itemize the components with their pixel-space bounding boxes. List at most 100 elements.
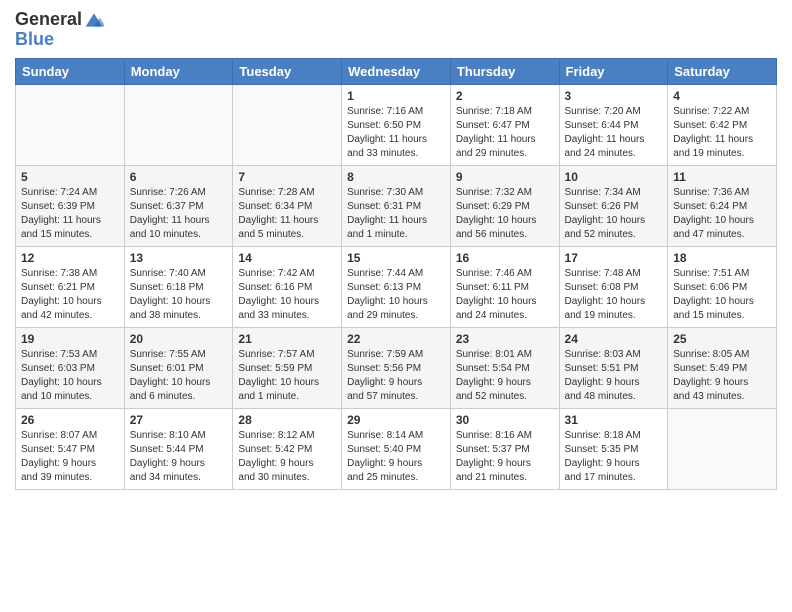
- day-number: 23: [456, 332, 554, 346]
- weekday-header-thursday: Thursday: [450, 59, 559, 85]
- calendar-cell: 8 Sunrise: 7:30 AM Sunset: 6:31 PM Daylig…: [342, 166, 451, 247]
- day-info: Sunrise: 7:36 AM Sunset: 6:24 PM Dayligh…: [673, 186, 771, 242]
- calendar-cell: 9 Sunrise: 7:32 AM Sunset: 6:29 PM Daylig…: [450, 166, 559, 247]
- day-number: 17: [565, 251, 663, 265]
- calendar-cell: [233, 85, 342, 166]
- calendar-cell: 28 Sunrise: 8:12 AM Sunset: 5:42 PM Dayli…: [233, 409, 342, 490]
- day-info: Sunrise: 7:18 AM Sunset: 6:47 PM Dayligh…: [456, 105, 554, 161]
- day-number: 20: [130, 332, 228, 346]
- weekday-header-monday: Monday: [124, 59, 233, 85]
- calendar-cell: 5 Sunrise: 7:24 AM Sunset: 6:39 PM Daylig…: [16, 166, 125, 247]
- day-info: Sunrise: 7:51 AM Sunset: 6:06 PM Dayligh…: [673, 267, 771, 323]
- calendar-cell: 20 Sunrise: 7:55 AM Sunset: 6:01 PM Dayli…: [124, 328, 233, 409]
- calendar-cell: 22 Sunrise: 7:59 AM Sunset: 5:56 PM Dayli…: [342, 328, 451, 409]
- calendar-cell: [124, 85, 233, 166]
- day-info: Sunrise: 7:20 AM Sunset: 6:44 PM Dayligh…: [565, 105, 663, 161]
- day-number: 26: [21, 413, 119, 427]
- day-info: Sunrise: 7:57 AM Sunset: 5:59 PM Dayligh…: [238, 348, 336, 404]
- day-number: 21: [238, 332, 336, 346]
- day-number: 18: [673, 251, 771, 265]
- calendar-cell: 13Sunrise: 7:40 AM Sunset: 6:18 PM Dayli…: [124, 247, 233, 328]
- calendar-cell: 27Sunrise: 8:10 AM Sunset: 5:44 PM Dayli…: [124, 409, 233, 490]
- header: General Blue: [15, 10, 777, 50]
- calendar-cell: 21 Sunrise: 7:57 AM Sunset: 5:59 PM Dayli…: [233, 328, 342, 409]
- day-number: 29: [347, 413, 445, 427]
- day-info: Sunrise: 8:03 AM Sunset: 5:51 PM Dayligh…: [565, 348, 663, 404]
- calendar-cell: 18 Sunrise: 7:51 AM Sunset: 6:06 PM Dayli…: [668, 247, 777, 328]
- calendar-week-row: 5 Sunrise: 7:24 AM Sunset: 6:39 PM Daylig…: [16, 166, 777, 247]
- calendar-cell: 3 Sunrise: 7:20 AM Sunset: 6:44 PM Daylig…: [559, 85, 668, 166]
- day-number: 6: [130, 170, 228, 184]
- day-info: Sunrise: 7:48 AM Sunset: 6:08 PM Dayligh…: [565, 267, 663, 323]
- day-number: 10: [565, 170, 663, 184]
- day-number: 13: [130, 251, 228, 265]
- calendar-cell: 2 Sunrise: 7:18 AM Sunset: 6:47 PM Daylig…: [450, 85, 559, 166]
- day-info: Sunrise: 7:34 AM Sunset: 6:26 PM Dayligh…: [565, 186, 663, 242]
- weekday-header-wednesday: Wednesday: [342, 59, 451, 85]
- day-number: 5: [21, 170, 119, 184]
- calendar-week-row: 26 Sunrise: 8:07 AM Sunset: 5:47 PM Dayli…: [16, 409, 777, 490]
- day-info: Sunrise: 8:07 AM Sunset: 5:47 PM Dayligh…: [21, 429, 119, 485]
- calendar-cell: 12 Sunrise: 7:38 AM Sunset: 6:21 PM Dayli…: [16, 247, 125, 328]
- day-info: Sunrise: 7:38 AM Sunset: 6:21 PM Dayligh…: [21, 267, 119, 323]
- weekday-header-tuesday: Tuesday: [233, 59, 342, 85]
- calendar-week-row: 19Sunrise: 7:53 AM Sunset: 6:03 PM Dayli…: [16, 328, 777, 409]
- weekday-header-row: SundayMondayTuesdayWednesdayThursdayFrid…: [16, 59, 777, 85]
- day-number: 3: [565, 89, 663, 103]
- day-info: Sunrise: 7:26 AM Sunset: 6:37 PM Dayligh…: [130, 186, 228, 242]
- day-info: Sunrise: 8:12 AM Sunset: 5:42 PM Dayligh…: [238, 429, 336, 485]
- logo-triangle-icon: [84, 10, 104, 30]
- day-info: Sunrise: 8:01 AM Sunset: 5:54 PM Dayligh…: [456, 348, 554, 404]
- calendar-week-row: 1 Sunrise: 7:16 AM Sunset: 6:50 PM Daylig…: [16, 85, 777, 166]
- day-number: 22: [347, 332, 445, 346]
- day-info: Sunrise: 7:59 AM Sunset: 5:56 PM Dayligh…: [347, 348, 445, 404]
- day-number: 31: [565, 413, 663, 427]
- day-info: Sunrise: 7:32 AM Sunset: 6:29 PM Dayligh…: [456, 186, 554, 242]
- weekday-header-friday: Friday: [559, 59, 668, 85]
- calendar-cell: 29Sunrise: 8:14 AM Sunset: 5:40 PM Dayli…: [342, 409, 451, 490]
- calendar-week-row: 12 Sunrise: 7:38 AM Sunset: 6:21 PM Dayli…: [16, 247, 777, 328]
- weekday-header-saturday: Saturday: [668, 59, 777, 85]
- day-number: 9: [456, 170, 554, 184]
- calendar-cell: 15 Sunrise: 7:44 AM Sunset: 6:13 PM Dayli…: [342, 247, 451, 328]
- calendar-cell: 6 Sunrise: 7:26 AM Sunset: 6:37 PM Daylig…: [124, 166, 233, 247]
- day-number: 12: [21, 251, 119, 265]
- day-number: 16: [456, 251, 554, 265]
- day-info: Sunrise: 7:24 AM Sunset: 6:39 PM Dayligh…: [21, 186, 119, 242]
- day-info: Sunrise: 7:30 AM Sunset: 6:31 PM Dayligh…: [347, 186, 445, 242]
- calendar-table: SundayMondayTuesdayWednesdayThursdayFrid…: [15, 58, 777, 490]
- day-number: 28: [238, 413, 336, 427]
- weekday-header-sunday: Sunday: [16, 59, 125, 85]
- day-number: 15: [347, 251, 445, 265]
- day-number: 11: [673, 170, 771, 184]
- calendar-cell: 11 Sunrise: 7:36 AM Sunset: 6:24 PM Dayli…: [668, 166, 777, 247]
- page-container: General Blue SundayMondayTuesdayWednesda…: [0, 0, 792, 612]
- day-number: 7: [238, 170, 336, 184]
- calendar-cell: 19Sunrise: 7:53 AM Sunset: 6:03 PM Dayli…: [16, 328, 125, 409]
- day-info: Sunrise: 7:55 AM Sunset: 6:01 PM Dayligh…: [130, 348, 228, 404]
- day-number: 4: [673, 89, 771, 103]
- day-number: 24: [565, 332, 663, 346]
- calendar-cell: 14 Sunrise: 7:42 AM Sunset: 6:16 PM Dayli…: [233, 247, 342, 328]
- calendar-cell: 23 Sunrise: 8:01 AM Sunset: 5:54 PM Dayli…: [450, 328, 559, 409]
- day-info: Sunrise: 7:42 AM Sunset: 6:16 PM Dayligh…: [238, 267, 336, 323]
- calendar-cell: 10 Sunrise: 7:34 AM Sunset: 6:26 PM Dayli…: [559, 166, 668, 247]
- day-number: 14: [238, 251, 336, 265]
- calendar-cell: 25Sunrise: 8:05 AM Sunset: 5:49 PM Dayli…: [668, 328, 777, 409]
- day-info: Sunrise: 7:22 AM Sunset: 6:42 PM Dayligh…: [673, 105, 771, 161]
- calendar-cell: 17 Sunrise: 7:48 AM Sunset: 6:08 PM Dayli…: [559, 247, 668, 328]
- day-number: 8: [347, 170, 445, 184]
- calendar-cell: 7Sunrise: 7:28 AM Sunset: 6:34 PM Daylig…: [233, 166, 342, 247]
- day-info: Sunrise: 8:10 AM Sunset: 5:44 PM Dayligh…: [130, 429, 228, 485]
- calendar-cell: 30Sunrise: 8:16 AM Sunset: 5:37 PM Dayli…: [450, 409, 559, 490]
- day-info: Sunrise: 7:53 AM Sunset: 6:03 PM Dayligh…: [21, 348, 119, 404]
- day-number: 1: [347, 89, 445, 103]
- day-info: Sunrise: 7:46 AM Sunset: 6:11 PM Dayligh…: [456, 267, 554, 323]
- day-info: Sunrise: 8:18 AM Sunset: 5:35 PM Dayligh…: [565, 429, 663, 485]
- calendar-cell: 24 Sunrise: 8:03 AM Sunset: 5:51 PM Dayli…: [559, 328, 668, 409]
- day-info: Sunrise: 7:44 AM Sunset: 6:13 PM Dayligh…: [347, 267, 445, 323]
- calendar-cell: 4 Sunrise: 7:22 AM Sunset: 6:42 PM Daylig…: [668, 85, 777, 166]
- day-number: 25: [673, 332, 771, 346]
- day-info: Sunrise: 7:16 AM Sunset: 6:50 PM Dayligh…: [347, 105, 445, 161]
- day-number: 2: [456, 89, 554, 103]
